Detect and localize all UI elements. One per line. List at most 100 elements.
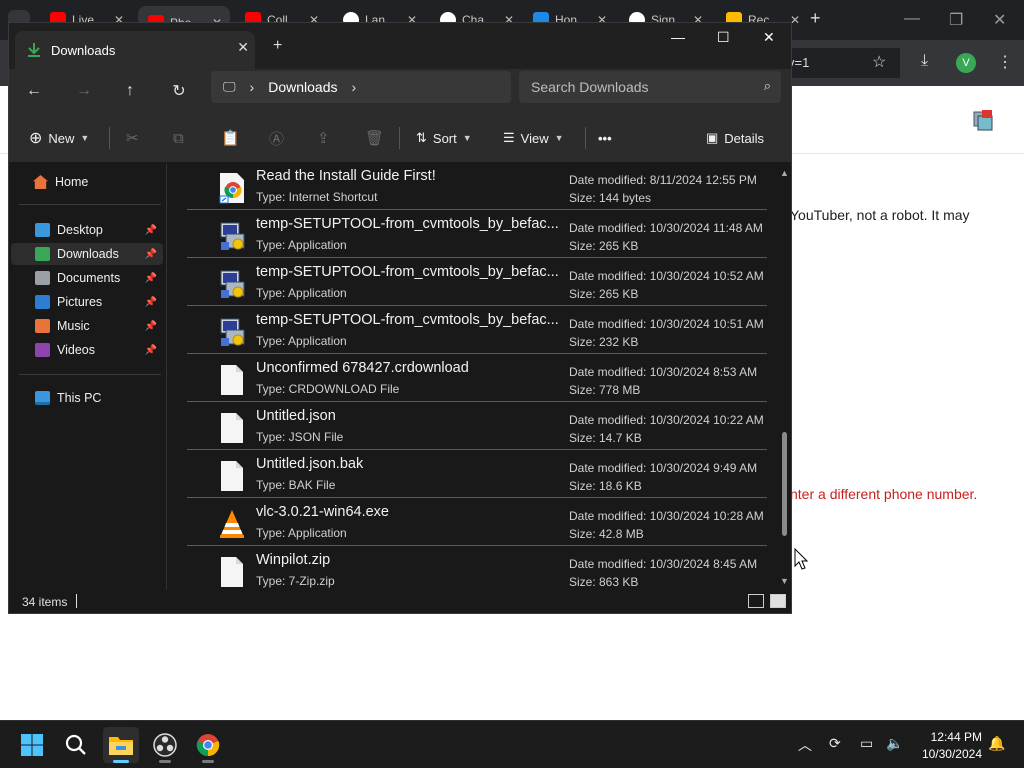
divider xyxy=(585,127,586,149)
sort-button[interactable]: ⇅ Sort ▼ xyxy=(416,127,472,149)
running-app-indicator xyxy=(202,760,214,763)
close-icon[interactable]: ✕ xyxy=(993,10,1006,30)
clock-time[interactable]: 12:44 PM xyxy=(928,730,982,744)
chrome-menu-icon[interactable]: ⋮ xyxy=(997,52,1013,72)
breadcrumb-chevron-icon[interactable]: › xyxy=(250,79,255,95)
downloads-icon xyxy=(35,247,50,261)
details-button[interactable]: ▣ Details xyxy=(706,127,764,149)
rename-icon[interactable]: Ⓐ xyxy=(269,127,284,149)
share-icon[interactable]: ⇪ xyxy=(317,127,330,149)
vertical-scrollbar[interactable]: ▲ ▼ xyxy=(779,168,791,588)
file-row[interactable]: temp-SETUPTOOL-from_cvmtools_by_befac...… xyxy=(187,308,767,354)
documents-icon xyxy=(35,271,50,285)
pin-icon[interactable]: 📌 xyxy=(145,225,157,236)
sidebar-item-this-pc[interactable]: This PC xyxy=(11,387,163,409)
close-tab-icon[interactable]: ✕ xyxy=(237,39,249,56)
view-button-label: View xyxy=(520,130,549,146)
sidebar-item-downloads[interactable]: Downloads 📌 xyxy=(11,243,163,265)
bookmark-star-icon[interactable]: ☆ xyxy=(872,52,886,72)
show-hidden-icons-chevron-icon[interactable]: ︿ xyxy=(798,735,812,755)
profile-avatar[interactable]: V xyxy=(956,53,976,73)
search-button[interactable] xyxy=(58,727,94,763)
scroll-down-icon[interactable]: ▼ xyxy=(780,576,789,586)
large-icons-view-icon[interactable] xyxy=(770,594,786,608)
chevron-down-icon: ▼ xyxy=(554,133,564,143)
scrollbar-thumb[interactable] xyxy=(782,431,787,536)
scroll-up-icon[interactable]: ▲ xyxy=(780,168,789,178)
command-bar: ⊕ New ▼ ✂ ⧉ 📋 Ⓐ ⇪ 🗑 ⇅ Sort ▼ ☰ View ▼ ••… xyxy=(9,113,791,163)
new-tab-button[interactable]: + xyxy=(273,37,282,55)
new-button[interactable]: ⊕ New ▼ xyxy=(29,127,89,149)
this-pc-icon xyxy=(35,391,50,405)
notifications-bell-icon[interactable]: 🔔 xyxy=(988,735,1005,752)
file-row[interactable]: Read the Install Guide First! Type: Inter… xyxy=(187,164,767,210)
sidebar-item-desktop[interactable]: Desktop 📌 xyxy=(11,219,163,241)
file-type: Type: Internet Shortcut xyxy=(256,190,378,204)
restore-icon[interactable]: ❐ xyxy=(949,10,963,30)
obs-button[interactable] xyxy=(147,727,183,763)
sidebar-item-music[interactable]: Music 📌 xyxy=(11,315,163,337)
sidebar-item-label: Pictures xyxy=(57,295,103,309)
cut-icon[interactable]: ✂ xyxy=(126,127,139,149)
sidebar-item-videos[interactable]: Videos 📌 xyxy=(11,339,163,361)
sort-icon: ⇅ xyxy=(416,130,427,145)
tab-title: Downloads xyxy=(51,42,116,58)
address-bar[interactable]: 🖵 › Downloads › xyxy=(211,71,511,103)
start-button[interactable] xyxy=(14,727,50,763)
pin-icon[interactable]: 📌 xyxy=(145,321,157,332)
pin-icon[interactable]: 📌 xyxy=(145,273,157,284)
pin-icon[interactable]: 📌 xyxy=(145,249,157,260)
new-tab-button[interactable]: + xyxy=(810,8,821,29)
view-button[interactable]: ☰ View ▼ xyxy=(503,127,564,149)
clock-date[interactable]: 10/30/2024 xyxy=(915,747,982,761)
active-app-indicator xyxy=(113,760,129,763)
file-row[interactable]: Untitled.json Type: JSON File Date modifie… xyxy=(187,404,767,450)
sort-button-label: Sort xyxy=(432,130,457,146)
pin-icon[interactable]: 📌 xyxy=(145,345,157,356)
file-explorer-button[interactable] xyxy=(103,727,139,763)
up-arrow-icon[interactable]: ↑ xyxy=(115,77,145,105)
search-box[interactable]: ⌕ xyxy=(519,71,781,103)
explorer-tab-downloads[interactable]: Downloads ✕ xyxy=(15,31,255,69)
chrome-shortcut-icon xyxy=(217,172,247,204)
status-divider xyxy=(76,594,77,608)
forward-arrow-icon[interactable]: → xyxy=(69,77,99,105)
sync-icon[interactable]: ⟳ xyxy=(829,735,841,752)
sidebar-item-pictures[interactable]: Pictures 📌 xyxy=(11,291,163,313)
network-icon[interactable]: ▭ xyxy=(860,735,873,752)
file-row[interactable]: temp-SETUPTOOL-from_cvmtools_by_befac...… xyxy=(187,260,767,306)
downloads-icon[interactable]: ⤓ xyxy=(921,52,928,70)
refresh-icon[interactable]: ↻ xyxy=(164,77,194,105)
breadcrumb-downloads[interactable]: Downloads xyxy=(268,79,337,95)
file-row[interactable]: temp-SETUPTOOL-from_cvmtools_by_befac...… xyxy=(187,212,767,258)
more-options-button[interactable]: ••• xyxy=(598,127,612,149)
file-row[interactable]: Unconfirmed 678427.crdownload Type: CRDOW… xyxy=(187,356,767,402)
file-size: Size: 778 MB xyxy=(569,383,641,397)
copy-icon[interactable]: ⧉ xyxy=(173,127,184,149)
breadcrumb-chevron-icon[interactable]: › xyxy=(351,79,356,95)
search-input[interactable] xyxy=(531,79,741,95)
file-row[interactable]: Untitled.json.bak Type: BAK File Date modi… xyxy=(187,452,767,498)
music-icon xyxy=(35,319,50,333)
volume-muted-icon[interactable]: 🔈 xyxy=(886,735,903,752)
close-icon[interactable]: ✕ xyxy=(763,29,775,46)
file-row[interactable]: vlc-3.0.21-win64.exe Type: Application Dat… xyxy=(187,500,767,546)
minimize-icon[interactable]: — xyxy=(904,10,920,28)
file-size: Size: 42.8 MB xyxy=(569,527,644,541)
delete-icon[interactable]: 🗑 xyxy=(365,127,384,149)
back-arrow-icon[interactable]: ← xyxy=(19,77,49,105)
paste-icon[interactable]: 📋 xyxy=(221,127,240,149)
minimize-icon[interactable]: — xyxy=(671,29,685,45)
page-error-text: nter a different phone number. xyxy=(790,486,978,502)
sidebar-item-documents[interactable]: Documents 📌 xyxy=(11,267,163,289)
chrome-button[interactable] xyxy=(190,727,226,763)
file-row[interactable]: Winpilot.zip Type: 7-Zip.zip Date modified… xyxy=(187,548,767,590)
videos-icon xyxy=(35,343,50,357)
file-type: Type: Application xyxy=(256,286,347,300)
maximize-icon[interactable]: ☐ xyxy=(717,29,730,46)
sidebar-item-home[interactable]: Home xyxy=(11,171,163,193)
details-view-icon[interactable] xyxy=(748,594,764,608)
mouse-cursor-icon xyxy=(794,548,808,570)
pin-icon[interactable]: 📌 xyxy=(145,297,157,308)
view-list-icon: ☰ xyxy=(503,130,515,145)
